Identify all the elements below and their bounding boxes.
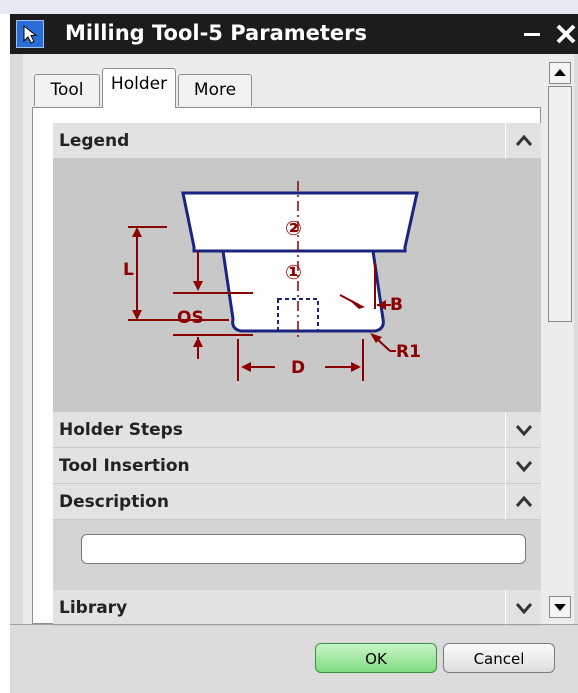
section-tool-insertion-label: Tool Insertion (59, 456, 190, 476)
tab-tool[interactable]: Tool (34, 74, 100, 106)
scroll-down-button[interactable] (549, 596, 571, 618)
tab-panel: Legend L OS B R1 D ② ① Holder Steps Tool… (32, 107, 541, 626)
minimize-button[interactable] (518, 20, 548, 48)
section-holder-steps-label: Holder Steps (59, 420, 183, 440)
client-area: Tool Holder More Legend L OS B R1 D ② ① … (23, 54, 548, 626)
description-area (53, 520, 541, 590)
chevron-down-icon[interactable] (505, 448, 541, 484)
dim-label-D: D (291, 358, 305, 378)
section-library-label: Library (59, 598, 128, 618)
description-input[interactable] (81, 534, 526, 564)
step-1-marker: ① (285, 260, 302, 284)
section-tool-insertion-header[interactable]: Tool Insertion (53, 448, 541, 484)
window-title: Milling Tool-5 Parameters (65, 21, 367, 45)
dim-label-B: B (390, 295, 403, 315)
arrow-cursor-icon (16, 20, 44, 48)
chevron-up-icon[interactable] (505, 484, 541, 520)
chevron-down-icon[interactable] (505, 590, 541, 626)
cancel-button[interactable]: Cancel (443, 643, 555, 673)
dim-label-OS: OS (177, 308, 204, 328)
holder-step-1-outline (221, 249, 385, 333)
section-description-label: Description (59, 492, 169, 512)
chevron-up-icon[interactable] (505, 123, 541, 159)
scroll-thumb[interactable] (548, 86, 572, 322)
section-legend-label: Legend (59, 131, 130, 151)
background-strip (0, 0, 578, 14)
section-legend-header[interactable]: Legend (53, 123, 541, 159)
dim-label-L: L (123, 260, 134, 280)
vertical-scrollbar[interactable] (548, 54, 574, 624)
dim-label-R1: R1 (396, 342, 421, 362)
triangle-up-icon (554, 69, 566, 76)
step-2-marker: ② (285, 216, 302, 240)
close-button[interactable] (554, 20, 578, 48)
legend-diagram-area: L OS B R1 D ② ① (53, 159, 541, 412)
triangle-down-icon (554, 604, 566, 611)
holder-diagram: L OS B R1 D ② ① (123, 181, 421, 381)
title-bar[interactable]: Milling Tool-5 Parameters (10, 14, 578, 54)
scroll-up-button[interactable] (549, 62, 571, 84)
section-library-header[interactable]: Library (53, 590, 541, 626)
section-holder-steps-header[interactable]: Holder Steps (53, 412, 541, 448)
tab-more[interactable]: More (178, 74, 252, 106)
tab-holder[interactable]: Holder (102, 68, 176, 108)
ok-button[interactable]: OK (315, 643, 437, 673)
chevron-down-icon[interactable] (505, 412, 541, 448)
footer-divider (10, 624, 578, 625)
dialog-body: Tool Holder More Legend L OS B R1 D ② ① … (10, 54, 578, 693)
section-description-header[interactable]: Description (53, 484, 541, 520)
